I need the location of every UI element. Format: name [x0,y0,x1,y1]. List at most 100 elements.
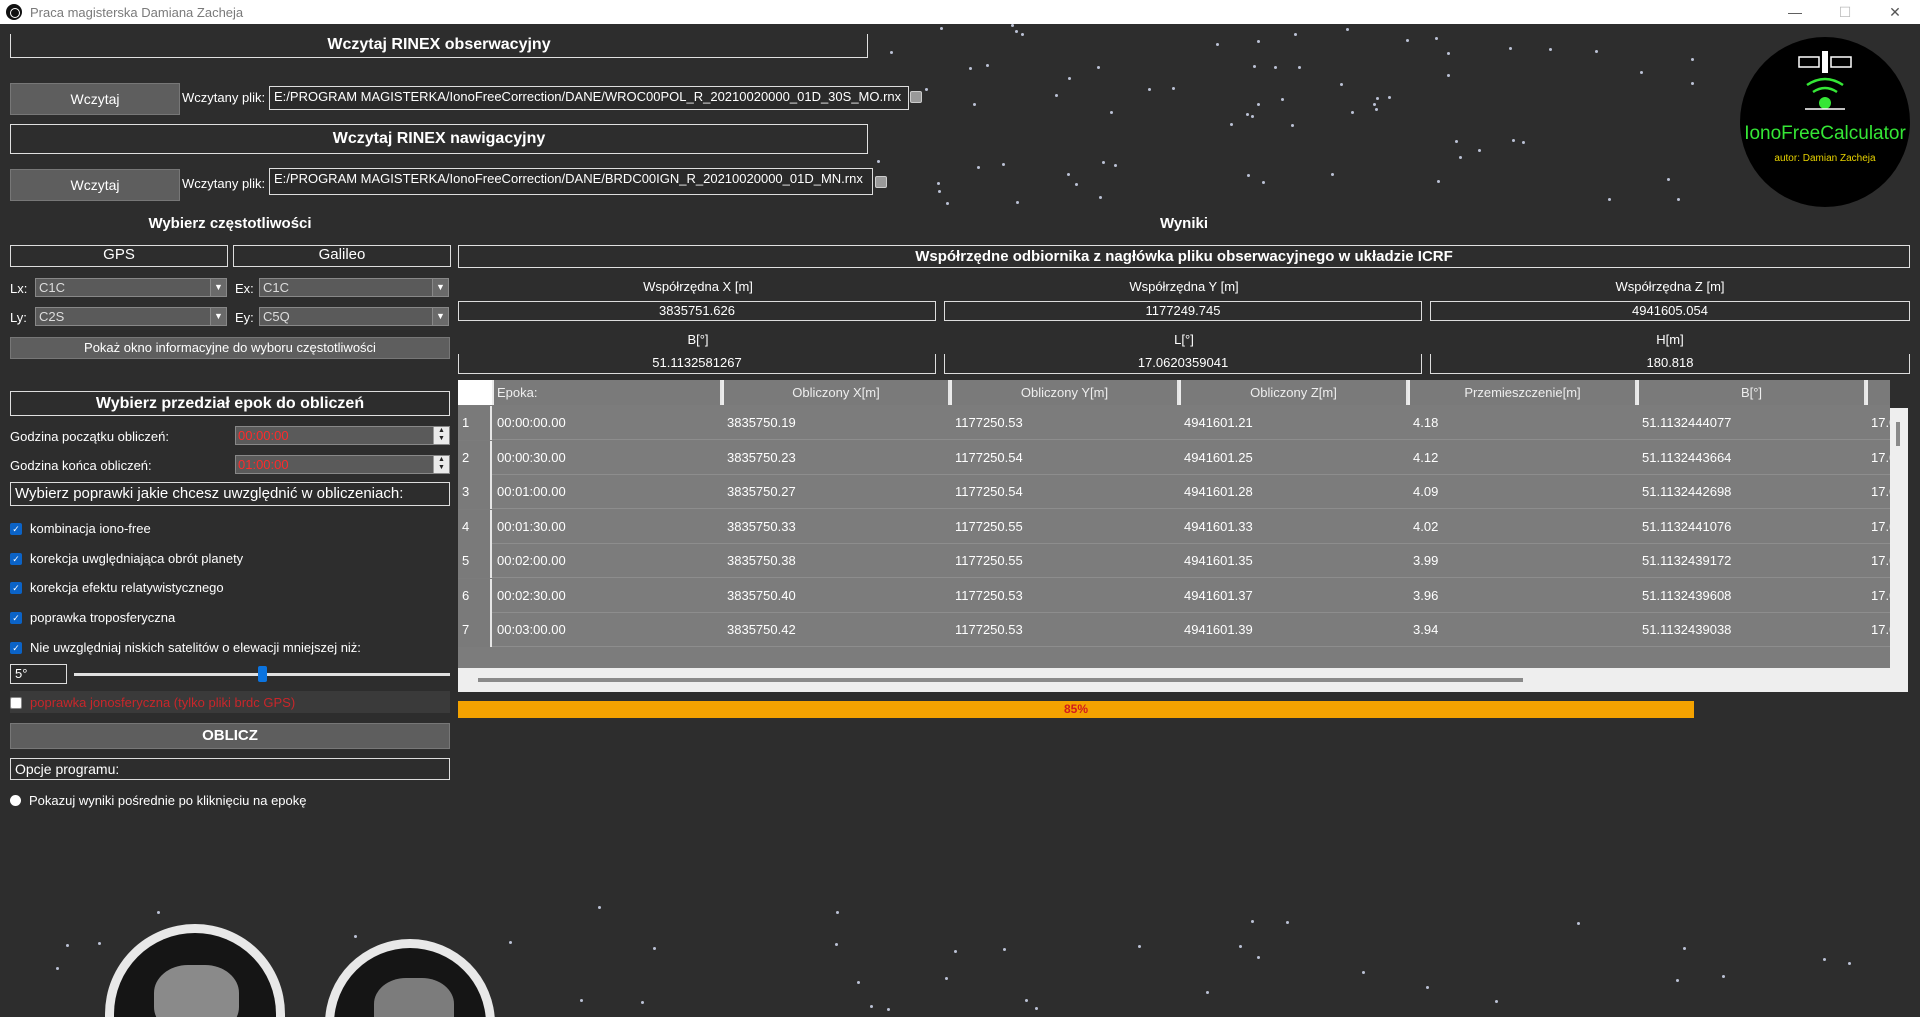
star-decoration [653,947,656,950]
star-decoration [857,981,860,984]
checkbox-checked-icon: ✓ [10,641,22,654]
coord-b-value: 51.1132581267 [458,354,936,374]
coord-z-label: Współrzędna Z [m] [1615,279,1725,294]
lx-select[interactable]: C1C ▼ [35,278,227,297]
coord-b-label: B[°] [687,332,709,347]
obs-file-toggle[interactable] [910,91,922,103]
ly-select[interactable]: C2S ▼ [35,307,227,326]
close-button[interactable]: ✕ [1870,0,1920,24]
row-number[interactable]: 7 [458,613,492,647]
calculate-button[interactable]: OBLICZ [10,723,450,749]
table-row[interactable]: 4 00:01:30.00 3835750.33 1177250.55 4941601.… [458,509,1890,544]
ey-select[interactable]: C5Q ▼ [259,307,449,326]
correction-label: kombinacja iono-free [30,521,151,536]
cell-z: 4941601.39 [1184,622,1253,637]
row-number[interactable]: 6 [458,578,492,613]
star-decoration [877,160,880,163]
col-displacement-header[interactable]: Przemieszczenie[m] [1410,380,1637,405]
cell-b: 51.1132439172 [1642,553,1732,568]
table-row[interactable]: 2 00:00:30.00 3835750.23 1177250.54 4941601.… [458,440,1890,475]
star-decoration [1286,921,1289,924]
star-decoration [1667,178,1670,181]
show-intermediate-radio[interactable]: Pokazuj wyniki pośrednie po kliknięciu n… [10,793,307,808]
start-time-input[interactable]: 00:00:00 ▲ ▼ [235,426,450,445]
ey-value: C5Q [263,309,290,324]
star-decoration [1002,163,1005,166]
star-decoration [1262,181,1265,184]
table-row[interactable]: 7 00:03:00.00 3835750.42 1177250.53 4941601.… [458,613,1890,647]
star-decoration [1003,948,1006,951]
window-controls: — ☐ ✕ [1770,0,1920,24]
correction-checkbox[interactable]: ✓ korekcja efektu relatywistycznego [10,580,224,595]
star-decoration [1239,945,1242,948]
row-number[interactable]: 1 [458,406,492,440]
table-row[interactable]: 3 00:01:00.00 3835750.27 1177250.54 4941601.… [458,475,1890,509]
lx-label: Lx: [10,281,28,296]
table-row[interactable]: 5 00:02:00.00 3835750.38 1177250.55 4941601.… [458,544,1890,578]
star-decoration [1247,174,1250,177]
col-x-header[interactable]: Obliczony X[m] [724,380,950,405]
load-obs-button[interactable]: Wczytaj [10,83,180,115]
time-spinner-icon[interactable]: ▲ ▼ [433,456,449,473]
star-decoration [1351,111,1354,114]
cell-b: 51.1132442698 [1642,484,1732,499]
col-z-header[interactable]: Obliczony Z[m] [1181,380,1408,405]
freq-info-button[interactable]: Pokaż okno informacyjne do wyboru często… [10,337,450,359]
star-decoration [98,942,101,945]
minimize-button[interactable]: — [1770,0,1820,24]
star-decoration [835,943,838,946]
load-nav-button[interactable]: Wczytaj [10,169,180,201]
rinex-nav-title-text: Wczytaj RINEX nawigacyjny [332,130,546,147]
star-decoration [1251,115,1254,118]
row-number[interactable]: 4 [458,509,492,544]
nav-file-path: E:/PROGRAM MAGISTERKA/IonoFreeCorrection… [269,168,873,195]
star-decoration [1823,958,1826,961]
nav-file-toggle[interactable] [875,176,887,188]
table-hscrollbar[interactable] [458,668,1890,692]
cat-face [154,965,239,1017]
elevation-input[interactable]: 5° [10,664,67,684]
epochs-section-title: Wybierz przedział epok do obliczeń [10,391,450,416]
star-decoration [1067,173,1070,176]
star-decoration [1848,962,1851,965]
maximize-button[interactable]: ☐ [1820,0,1870,24]
star-decoration [1257,40,1260,43]
table-vscrollbar[interactable] [1890,408,1908,692]
star-decoration [1388,96,1391,99]
progress-label: 85% [1063,702,1089,716]
end-time-input[interactable]: 01:00:00 ▲ ▼ [235,455,450,474]
correction-checkbox[interactable]: ✓ kombinacja iono-free [10,521,151,536]
col-l-header[interactable] [1868,380,1890,405]
iono-correction-checkbox[interactable]: poprawka jonosferyczna (tylko pliki brdc… [10,695,295,710]
table-corner [458,380,492,405]
scroll-thumb[interactable] [1896,422,1900,446]
options-title: Opcje programu: [10,758,450,780]
results-table[interactable]: Epoka: Obliczony X[m] Obliczony Y[m] Obl… [458,380,1890,668]
time-spinner-icon[interactable]: ▲ ▼ [433,427,449,444]
col-b-header[interactable]: B[°] [1639,380,1866,405]
star-decoration [354,935,357,938]
correction-checkbox[interactable]: ✓ poprawka troposferyczna [10,610,175,625]
logo-author: autor: Damian Zacheja [1774,153,1876,164]
elevation-slider-handle[interactable] [258,666,267,682]
correction-checkbox[interactable]: ✓ Nie uwzględniaj niskich satelitów o ele… [10,640,361,655]
row-number[interactable]: 2 [458,440,492,475]
col-epoka-header[interactable]: Epoka: [494,380,722,405]
ex-select[interactable]: C1C ▼ [259,278,449,297]
star-decoration [1148,88,1151,91]
row-number[interactable]: 5 [458,544,492,578]
star-decoration [1294,33,1297,36]
star-decoration [1640,71,1643,74]
ly-label: Ly: [10,310,27,325]
star-decoration [1206,991,1209,994]
correction-checkbox[interactable]: ✓ korekcja uwględniająca obrót planety [10,551,243,566]
window-title: Praca magisterska Damiana Zacheja [30,4,244,20]
row-number[interactable]: 3 [458,475,492,509]
star-decoration [1246,113,1249,116]
table-row[interactable]: 6 00:02:30.00 3835750.40 1177250.53 4941601.… [458,578,1890,613]
star-decoration [641,1001,644,1004]
checkbox-checked-icon: ✓ [10,522,22,535]
scroll-thumb[interactable] [478,678,1523,682]
col-y-header[interactable]: Obliczony Y[m] [952,380,1179,405]
table-row[interactable]: 1 00:00:00.00 3835750.19 1177250.53 4941601.… [458,406,1890,440]
